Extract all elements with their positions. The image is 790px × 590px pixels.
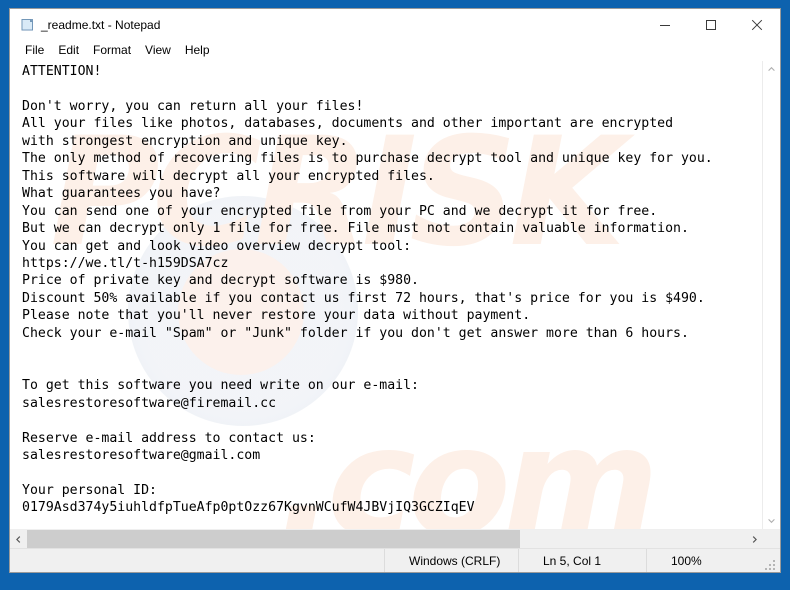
desktop-background: _readme.txt - Notepad File Edit Format V…: [0, 0, 790, 590]
menu-item-file[interactable]: File: [18, 41, 51, 60]
horizontal-scrollbar[interactable]: [10, 529, 780, 548]
close-icon: [751, 19, 763, 30]
status-bar-spacer: [10, 549, 385, 572]
menu-item-view[interactable]: View: [138, 41, 178, 60]
maximize-button[interactable]: [688, 9, 734, 40]
scroll-down-arrow-icon: [768, 519, 775, 524]
document-body-text: ATTENTION! Don't worry, you can return a…: [22, 64, 713, 516]
minimize-button[interactable]: [642, 9, 688, 40]
status-bar: Windows (CRLF) Ln 5, Col 1 100%: [10, 548, 780, 572]
menu-item-edit[interactable]: Edit: [51, 41, 86, 60]
title-bar: _readme.txt - Notepad: [10, 9, 780, 40]
maximize-icon: [706, 19, 716, 30]
menu-item-format[interactable]: Format: [86, 41, 138, 60]
minimize-icon: [660, 24, 670, 26]
menu-item-help[interactable]: Help: [178, 41, 217, 60]
title-bar-left: _readme.txt - Notepad: [10, 17, 642, 33]
text-editor[interactable]: PCRISK .com ATTENTION! Don't worry, you …: [10, 61, 762, 529]
editor-region: PCRISK .com ATTENTION! Don't worry, you …: [10, 61, 780, 529]
horizontal-scrollbar-thumb[interactable]: [27, 530, 520, 548]
vertical-scrollbar[interactable]: [762, 61, 780, 529]
scroll-left-arrow-icon: [16, 535, 21, 543]
scroll-right-button[interactable]: [746, 530, 763, 548]
horizontal-scrollbar-track[interactable]: [27, 530, 746, 548]
scroll-up-arrow-icon: [768, 66, 775, 71]
window-title: _readme.txt - Notepad: [41, 17, 161, 32]
vertical-scrollbar-track[interactable]: [763, 78, 780, 512]
menu-bar: File Edit Format View Help: [10, 40, 780, 61]
status-line-ending: Windows (CRLF): [385, 549, 519, 572]
scroll-down-button[interactable]: [763, 512, 780, 529]
scroll-up-button[interactable]: [763, 61, 780, 78]
status-cursor-position: Ln 5, Col 1: [519, 549, 647, 572]
resize-grip-icon[interactable]: [762, 549, 778, 572]
scroll-right-arrow-icon: [752, 535, 757, 543]
scrollbar-corner: [763, 530, 780, 548]
status-zoom-level: 100%: [671, 553, 702, 568]
close-button[interactable]: [734, 9, 780, 40]
notepad-window: _readme.txt - Notepad File Edit Format V…: [9, 8, 781, 573]
scroll-left-button[interactable]: [10, 530, 27, 548]
notepad-document-icon: [19, 17, 35, 33]
